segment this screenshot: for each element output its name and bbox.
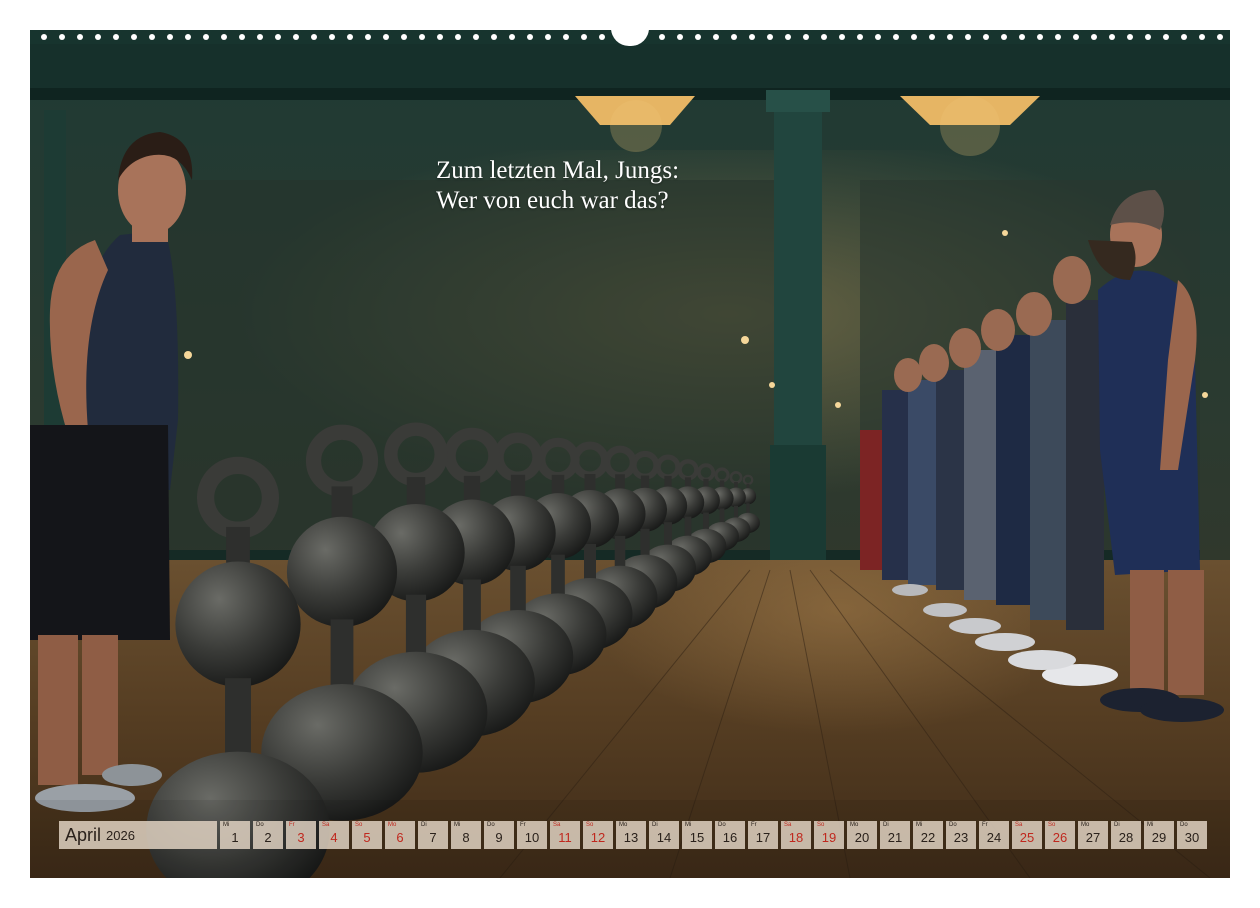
caption-line-1: Zum letzten Mal, Jungs: [436, 157, 680, 184]
weekday-label: Do [256, 822, 264, 828]
caption-line-2: Wer von euch war das? [436, 187, 669, 214]
day-number: 2 [264, 830, 272, 845]
day-number: 14 [656, 830, 672, 845]
weekday-label: So [586, 822, 594, 828]
day-cell: So 26 [1045, 821, 1075, 849]
weekday-label: Mo [1081, 822, 1090, 828]
day-cell: So 12 [583, 821, 613, 849]
weekday-label: Do [487, 822, 495, 828]
weekday-label: Sa [784, 822, 792, 828]
day-cell: Mo 6 [385, 821, 415, 849]
weekday-label: Sa [1015, 822, 1023, 828]
weekday-label: Mo [850, 822, 859, 828]
weekday-label: Mi [685, 822, 692, 828]
weekday-label: Mi [223, 822, 230, 828]
day-number: 29 [1151, 830, 1167, 845]
month-label: April 2026 [59, 821, 217, 849]
day-cell: So 5 [352, 821, 382, 849]
weekday-label: Mo [388, 822, 397, 828]
day-cell: Sa 25 [1012, 821, 1042, 849]
weekday-label: Fr [289, 822, 295, 828]
calendar-page: Zum letzten Mal, Jungs: Wer von euch war… [30, 30, 1230, 878]
day-cell: Do 16 [715, 821, 745, 849]
day-cell: Di 21 [880, 821, 910, 849]
day-cell: Fr 3 [286, 821, 316, 849]
day-number: 3 [297, 830, 305, 845]
weekday-label: Mi [1147, 822, 1154, 828]
day-cell: Fr 17 [748, 821, 778, 849]
day-number: 21 [887, 830, 903, 845]
weekday-label: Mi [916, 822, 923, 828]
day-cell: Mi 8 [451, 821, 481, 849]
weekday-label: So [817, 822, 825, 828]
day-cell: Do 9 [484, 821, 514, 849]
weekday-label: Di [652, 822, 658, 828]
day-cell: Mi 1 [220, 821, 250, 849]
day-number: 22 [920, 830, 936, 845]
day-cell: So 19 [814, 821, 844, 849]
day-cell: Do 30 [1177, 821, 1207, 849]
day-cell: Mo 13 [616, 821, 646, 849]
month-year: 2026 [106, 827, 135, 843]
day-cell: Di 7 [418, 821, 448, 849]
weekday-label: So [1048, 822, 1056, 828]
day-cell: Mi 15 [682, 821, 712, 849]
day-number: 26 [1052, 830, 1068, 845]
day-cell: Sa 11 [550, 821, 580, 849]
day-number: 6 [396, 830, 404, 845]
weekday-label: Sa [322, 822, 330, 828]
day-number: 19 [821, 830, 837, 845]
weekday-label: Fr [982, 822, 988, 828]
day-cell: Fr 24 [979, 821, 1009, 849]
weekday-label: Do [1180, 822, 1188, 828]
day-number: 7 [429, 830, 437, 845]
day-number: 24 [986, 830, 1002, 845]
day-number: 15 [689, 830, 705, 845]
day-number: 20 [854, 830, 870, 845]
day-cell: Fr 10 [517, 821, 547, 849]
day-number: 9 [495, 830, 503, 845]
day-cell: Di 28 [1111, 821, 1141, 849]
day-cell: Sa 18 [781, 821, 811, 849]
day-number: 27 [1085, 830, 1101, 845]
day-number: 4 [330, 830, 338, 845]
day-number: 25 [1019, 830, 1035, 845]
weekday-label: Mo [619, 822, 628, 828]
weekday-label: Di [1114, 822, 1120, 828]
day-cell: Mi 29 [1144, 821, 1174, 849]
weekday-label: Do [949, 822, 957, 828]
day-number: 11 [558, 830, 572, 845]
day-number: 30 [1184, 830, 1200, 845]
weekday-label: So [355, 822, 363, 828]
weekday-label: Mi [454, 822, 461, 828]
weekday-label: Sa [553, 822, 561, 828]
day-cell: Mo 20 [847, 821, 877, 849]
day-cell: Mo 27 [1078, 821, 1108, 849]
day-number: 16 [722, 830, 738, 845]
calendar-strip: April 2026 Mi 1 Do 2 Fr 3 Sa 4 So 5 Mo 6 Di 7 Mi 8 Do 9 Fr… [59, 821, 1207, 849]
day-number: 8 [462, 830, 470, 845]
day-number: 23 [953, 830, 969, 845]
day-number: 12 [590, 830, 606, 845]
weekday-label: Di [421, 822, 427, 828]
day-cells: Mi 1 Do 2 Fr 3 Sa 4 So 5 Mo 6 Di 7 Mi 8 Do 9 Fr 10 Sa 11 So 12 M… [220, 821, 1207, 849]
month-name: April [65, 824, 102, 845]
day-cell: Do 23 [946, 821, 976, 849]
day-cell: Di 14 [649, 821, 679, 849]
photo-caption: Zum letzten Mal, Jungs: Wer von euch war… [436, 156, 679, 216]
day-number: 5 [363, 830, 371, 845]
day-number: 1 [231, 830, 239, 845]
weekday-label: Fr [520, 822, 526, 828]
day-cell: Sa 4 [319, 821, 349, 849]
day-number: 17 [755, 830, 771, 845]
day-cell: Do 2 [253, 821, 283, 849]
day-number: 18 [788, 830, 804, 845]
weekday-label: Di [883, 822, 889, 828]
day-number: 28 [1118, 830, 1134, 845]
weekday-label: Fr [751, 822, 757, 828]
weekday-label: Do [718, 822, 726, 828]
day-number: 13 [623, 830, 639, 845]
day-number: 10 [524, 830, 540, 845]
day-cell: Mi 22 [913, 821, 943, 849]
